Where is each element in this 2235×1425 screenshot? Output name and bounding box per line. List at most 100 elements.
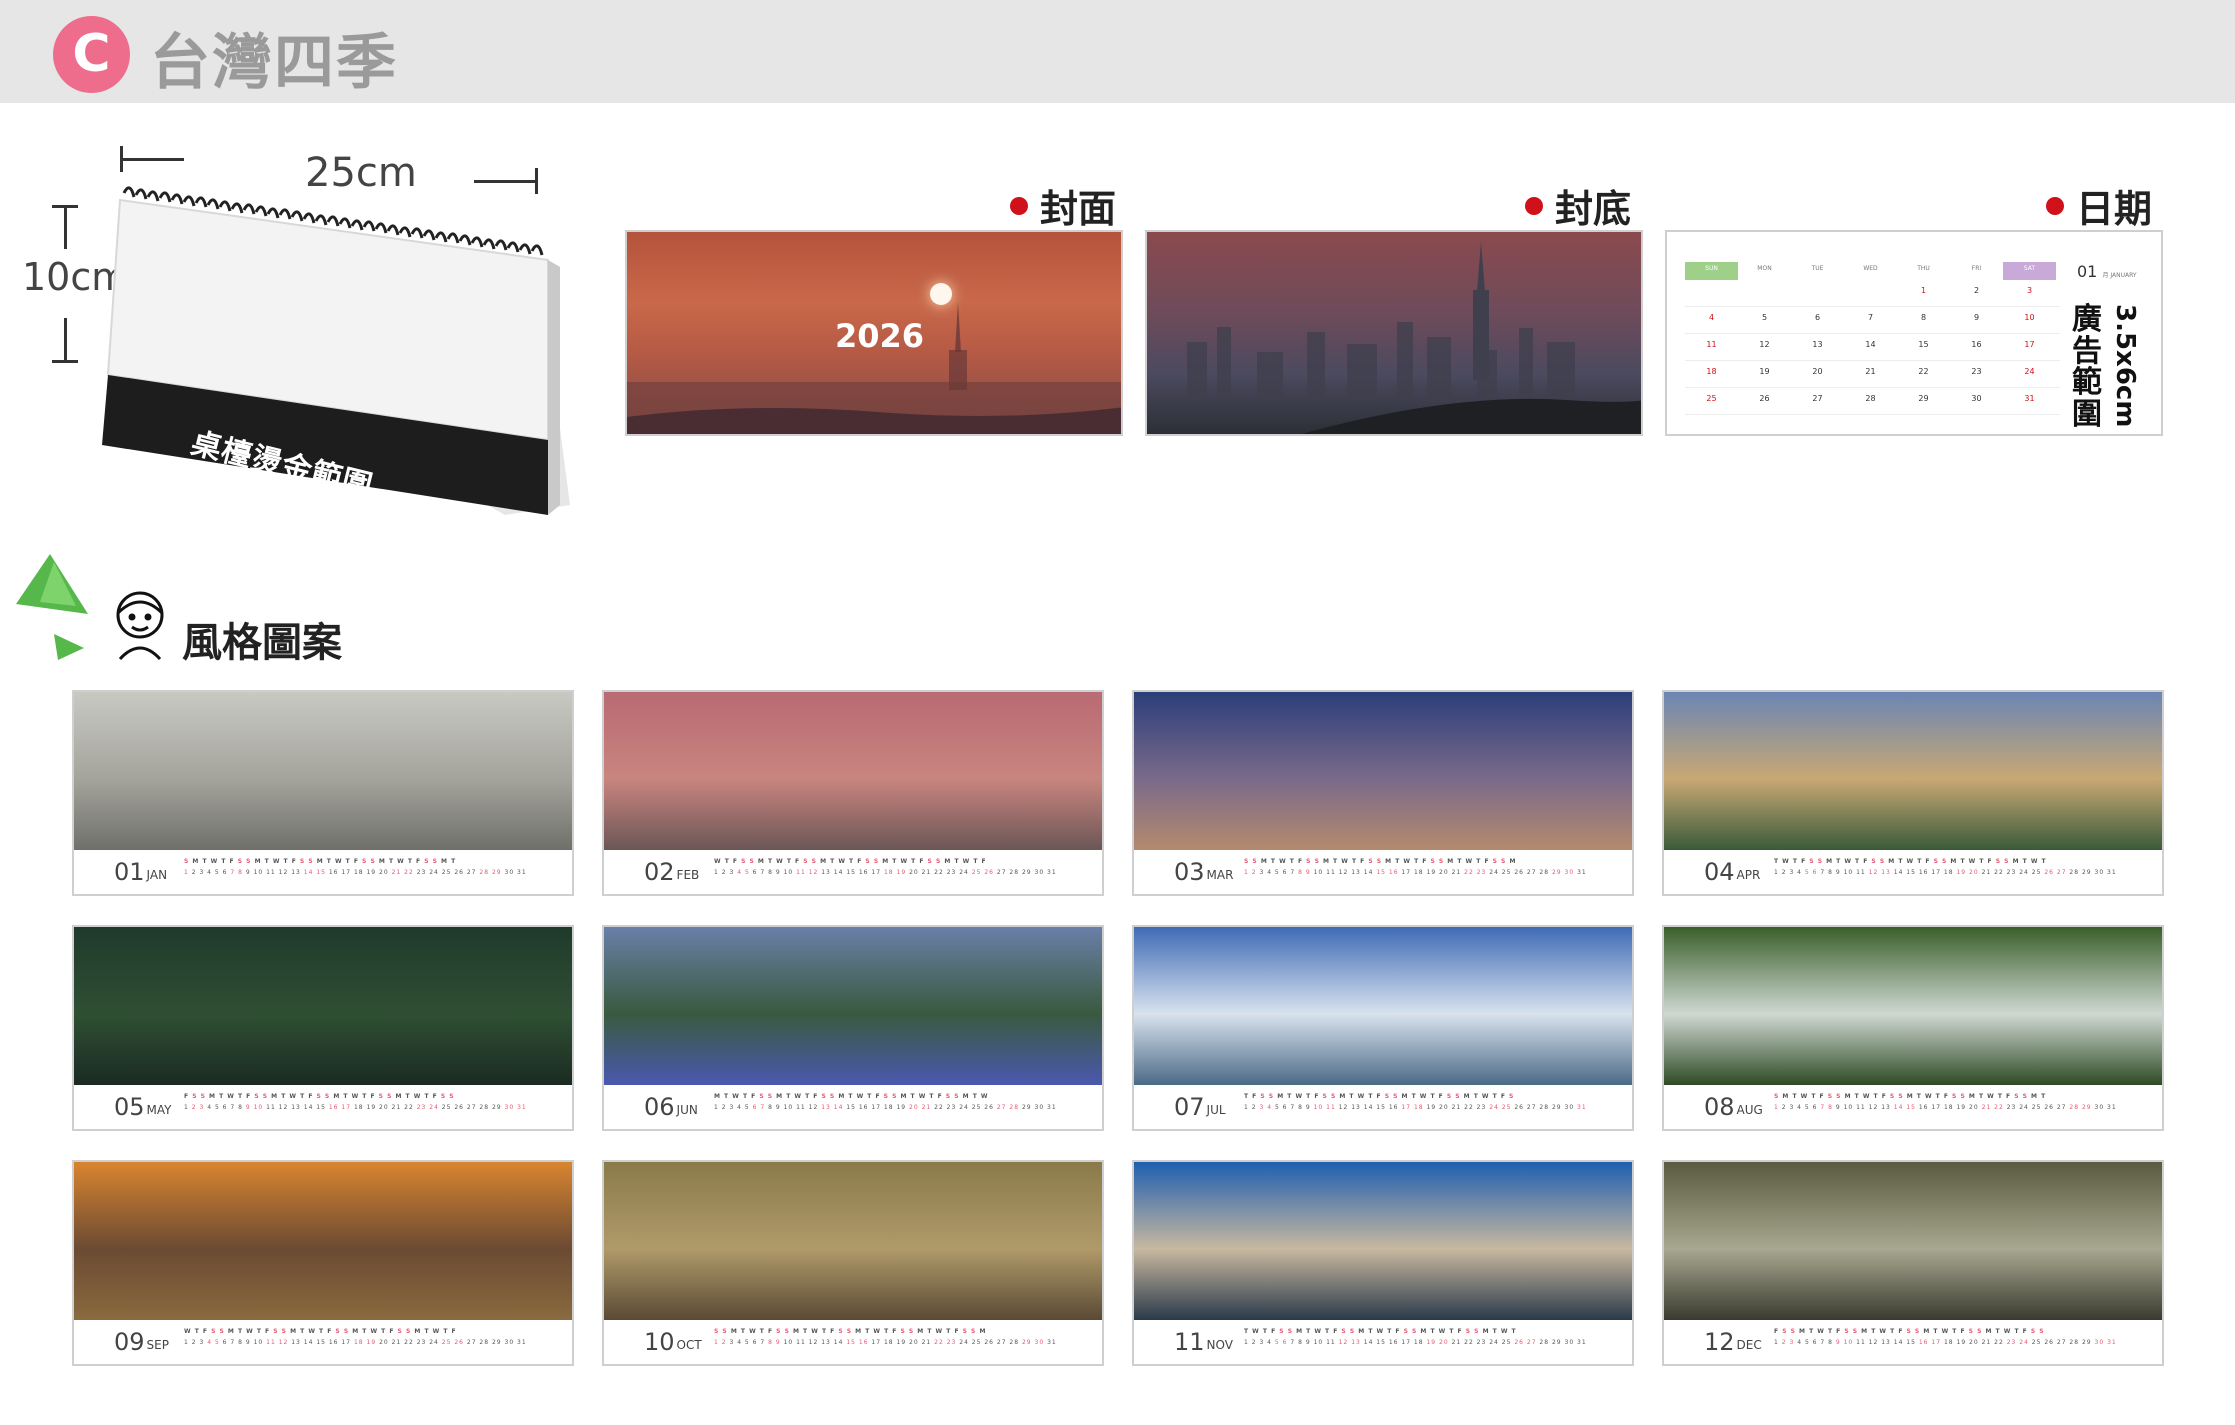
month-abbreviation: JUN bbox=[676, 1103, 698, 1117]
month-thumbnail: 03 MAR S S M T W T F S S M T W T F S S M T… bbox=[1132, 690, 1634, 896]
day-cell: 18 bbox=[1706, 367, 1717, 376]
weekday-cell: THU bbox=[1917, 265, 1930, 272]
month-abbreviation: DEC bbox=[1736, 1338, 1762, 1352]
day-numbers: 1 2 3 4 5 6 7 8 9 10 11 12 13 14 15 16 1… bbox=[1774, 869, 2117, 876]
category-badge: C bbox=[53, 16, 130, 93]
height-dimension-tick-bottom bbox=[52, 360, 78, 363]
month-day-row: M T W T F S S M T W T F S S M T W T F S … bbox=[714, 1093, 1094, 1115]
day-cell: 23 bbox=[1971, 367, 1982, 376]
month-date-strip: 04 APR T W T F S S M T W T F S S M T W T F… bbox=[1664, 850, 2162, 894]
month-day-row: F S S M T W T F S S M T W T F S S M T W … bbox=[1774, 1328, 2154, 1350]
month-thumbnail: 11 NOV T W T F S S M T W T F S S M T W T F… bbox=[1132, 1160, 1634, 1366]
day-cell bbox=[1844, 280, 1897, 306]
month-photo bbox=[1134, 1162, 1632, 1320]
width-dimension-line-left bbox=[120, 158, 184, 161]
day-numbers: 1 2 3 4 5 6 7 8 9 10 11 12 13 14 15 16 1… bbox=[714, 869, 1057, 876]
month-thumbnail: 02 FEB W T F S S M T W T F S S M T W T F S… bbox=[602, 690, 1104, 896]
day-cell: 3 bbox=[2026, 286, 2033, 295]
day-numbers: 1 2 3 4 5 6 7 8 9 10 11 12 13 14 15 16 1… bbox=[1244, 869, 1587, 876]
weekday-initials: T W T F S S M T W T F S S M T W T F S S … bbox=[1774, 858, 2047, 865]
day-numbers: 1 2 3 4 5 6 7 8 9 10 11 12 13 14 15 16 1… bbox=[1244, 1104, 1587, 1111]
day-cell: 25 bbox=[1706, 394, 1717, 403]
week-row: 25 26 27 28 29 30 31 bbox=[1685, 388, 2060, 415]
month-day-row: T F S S M T W T F S S M T W T F S S M T … bbox=[1244, 1093, 1624, 1115]
day-cell: 22 bbox=[1918, 367, 1929, 376]
day-cell: 9 bbox=[1973, 313, 1980, 322]
month-number: 03 bbox=[1174, 858, 1205, 886]
month-number: 08 bbox=[1704, 1093, 1735, 1121]
month-photo bbox=[74, 1162, 572, 1320]
month-day-row: S M T W T F S S M T W T F S S M T W T F … bbox=[1774, 1093, 2154, 1115]
day-cell: 19 bbox=[1759, 367, 1770, 376]
month-photo bbox=[604, 1162, 1102, 1320]
week-row: 18 19 20 21 22 23 24 bbox=[1685, 361, 2060, 388]
weekday-initials: M T W T F S S M T W T F S S M T W T F S … bbox=[714, 1093, 989, 1100]
day-numbers: 1 2 3 4 5 6 7 8 9 10 11 12 13 14 15 16 1… bbox=[184, 869, 527, 876]
month-photo bbox=[74, 692, 572, 850]
month-thumbnail: 07 JUL T F S S M T W T F S S M T W T F S S… bbox=[1132, 925, 1634, 1131]
month-photo bbox=[1664, 927, 2162, 1085]
back-label: 封底 bbox=[1525, 178, 1631, 233]
day-cell: 10 bbox=[2024, 313, 2035, 322]
day-cell: 29 bbox=[1918, 394, 1929, 403]
day-numbers: 1 2 3 4 5 6 7 8 9 10 11 12 13 14 15 16 1… bbox=[184, 1104, 527, 1111]
cover-label-text: 封面 bbox=[1040, 187, 1117, 231]
month-number: 01 bbox=[114, 858, 145, 886]
month-abbreviation: SEP bbox=[146, 1338, 169, 1352]
month-thumbnail: 05 MAY F S S M T W T F S S M T W T F S S M… bbox=[72, 925, 574, 1131]
green-leaf-icon bbox=[16, 554, 88, 660]
month-number: 10 bbox=[644, 1328, 675, 1356]
weekday-cell: FRI bbox=[1971, 265, 1982, 272]
day-numbers: 1 2 3 4 5 6 7 8 9 10 11 12 13 14 15 16 1… bbox=[1774, 1104, 2117, 1111]
month-date-strip: 10 OCT S S M T W T F S S M T W T F S S M T… bbox=[604, 1320, 1102, 1364]
weekday-initials: F S S M T W T F S S M T W T F S S M T W … bbox=[1774, 1328, 2045, 1335]
month-number: 09 bbox=[114, 1328, 145, 1356]
month-thumbnail: 08 AUG S M T W T F S S M T W T F S S M T W… bbox=[1662, 925, 2164, 1131]
month-abbreviation: MAR bbox=[1206, 868, 1234, 882]
month-number: 02 bbox=[644, 858, 675, 886]
weekday-initials: T F S S M T W T F S S M T W T F S S M T … bbox=[1244, 1093, 1515, 1100]
month-photo bbox=[1134, 692, 1632, 850]
month-number: 11 bbox=[1174, 1328, 1205, 1356]
weekday-initials: T W T F S S M T W T F S S M T W T F S S … bbox=[1244, 1328, 1517, 1335]
back-label-text: 封底 bbox=[1555, 187, 1632, 231]
month-abbreviation: NOV bbox=[1206, 1338, 1233, 1352]
weekday-initials: S S M T W T F S S M T W T F S S M T W T … bbox=[1244, 858, 1517, 865]
day-cell bbox=[1738, 280, 1791, 306]
month-date-strip: 11 NOV T W T F S S M T W T F S S M T W T F… bbox=[1134, 1320, 1632, 1364]
month-date-strip: 09 SEP W T F S S M T W T F S S M T W T F S… bbox=[74, 1320, 572, 1364]
month-abbreviation: AUG bbox=[1736, 1103, 1763, 1117]
cover-label: 封面 bbox=[1010, 178, 1116, 233]
month-thumbnail: 04 APR T W T F S S M T W T F S S M T W T F… bbox=[1662, 690, 2164, 896]
date-label: 日期 bbox=[2046, 178, 2152, 233]
back-cover-cityscape bbox=[1187, 242, 1641, 434]
month-thumbnail: 10 OCT S S M T W T F S S M T W T F S S M T… bbox=[602, 1160, 1104, 1366]
week-row: 11 12 13 14 15 16 17 bbox=[1685, 334, 2060, 361]
day-cell: 31 bbox=[2024, 394, 2035, 403]
month-date-strip: 08 AUG S M T W T F S S M T W T F S S M T W… bbox=[1664, 1085, 2162, 1129]
day-cell: 30 bbox=[1971, 394, 1982, 403]
month-thumbnail: 06 JUN M T W T F S S M T W T F S S M T W T… bbox=[602, 925, 1104, 1131]
red-dot-icon bbox=[2046, 196, 2064, 215]
day-cell: 7 bbox=[1867, 313, 1874, 322]
red-dot-icon bbox=[1525, 196, 1543, 215]
month-date-strip: 01 JAN S M T W T F S S M T W T F S S M T W… bbox=[74, 850, 572, 894]
day-cell: 21 bbox=[1865, 367, 1876, 376]
girl-face-icon bbox=[116, 591, 164, 661]
month-date-strip: 05 MAY F S S M T W T F S S M T W T F S S M… bbox=[74, 1085, 572, 1129]
day-cell: 15 bbox=[1918, 340, 1929, 349]
day-cell: 1 bbox=[1920, 286, 1927, 295]
calendar-grid: SUN MON TUE WED THU FRI SAT 1 2 3 4 5 6 … bbox=[1685, 262, 2060, 415]
weekday-cell: MON bbox=[1757, 265, 1772, 272]
section-title: 風格圖案 bbox=[182, 620, 342, 666]
month-number: 04 bbox=[1704, 858, 1735, 886]
month-photo bbox=[74, 927, 572, 1085]
day-numbers: 1 2 3 4 5 6 7 8 9 10 11 12 13 14 15 16 1… bbox=[184, 1339, 527, 1346]
month-thumbnail: 09 SEP W T F S S M T W T F S S M T W T F S… bbox=[72, 1160, 574, 1366]
header-band: C 台灣四季 bbox=[0, 0, 2235, 103]
month-abbreviation: OCT bbox=[676, 1338, 702, 1352]
month-number: 07 bbox=[1174, 1093, 1205, 1121]
month-abbreviation: APR bbox=[1736, 868, 1761, 882]
month-number: 01 bbox=[2077, 262, 2098, 281]
month-date-strip: 03 MAR S S M T W T F S S M T W T F S S M T… bbox=[1134, 850, 1632, 894]
